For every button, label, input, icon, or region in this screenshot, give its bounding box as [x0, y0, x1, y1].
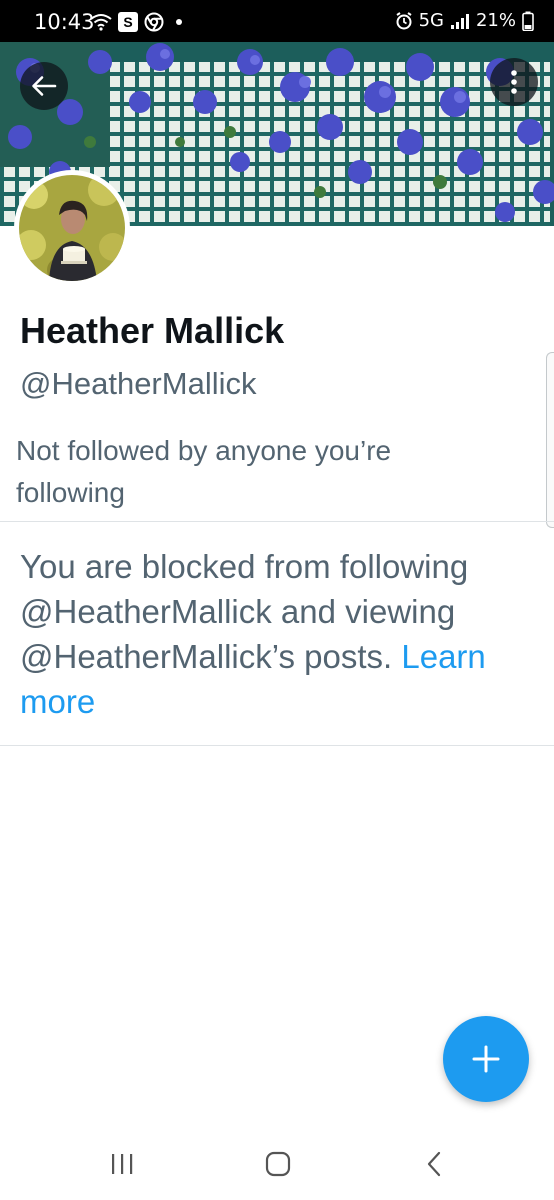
home-button[interactable]: [254, 1144, 302, 1184]
notification-dot-icon: [176, 19, 182, 25]
handle: @HeatherMallick: [20, 366, 257, 401]
blocked-message: You are blocked from following @HeatherM…: [20, 544, 530, 724]
home-icon: [265, 1151, 291, 1177]
chrome-icon: [144, 12, 164, 32]
signal-icon: [450, 13, 469, 29]
nav-back-button[interactable]: [410, 1144, 458, 1184]
scroll-handle[interactable]: [546, 352, 554, 528]
recents-button[interactable]: [98, 1144, 146, 1184]
compose-button[interactable]: [443, 1016, 529, 1102]
divider: [0, 521, 554, 522]
wifi-icon: [90, 14, 112, 31]
status-icons-right: 5G 21%: [395, 10, 534, 31]
more-vertical-icon: [511, 70, 517, 94]
arrow-left-icon: [32, 76, 57, 96]
display-name: Heather Mallick: [20, 310, 285, 351]
followers-you-know-note: Not followed by anyone you’re following: [16, 435, 392, 508]
divider: [0, 745, 554, 746]
system-nav-bar: [0, 1126, 554, 1200]
s-app-icon: S: [118, 12, 138, 32]
recents-icon: [112, 1154, 133, 1174]
alarm-icon: [396, 11, 412, 29]
more-options-button[interactable]: [490, 58, 538, 106]
chevron-left-icon: [427, 1151, 441, 1177]
status-icons-left: S: [90, 12, 182, 32]
avatar-image: [19, 175, 125, 281]
back-button[interactable]: [20, 62, 68, 110]
battery-percent: 21%: [475, 10, 516, 31]
status-bar: 10:43 S 5G 21%: [0, 0, 554, 42]
status-time: 10:43: [34, 10, 95, 34]
avatar[interactable]: [14, 170, 130, 286]
network-type: 5G: [418, 10, 444, 31]
battery-icon: [522, 11, 534, 31]
plus-icon: [472, 1045, 500, 1073]
